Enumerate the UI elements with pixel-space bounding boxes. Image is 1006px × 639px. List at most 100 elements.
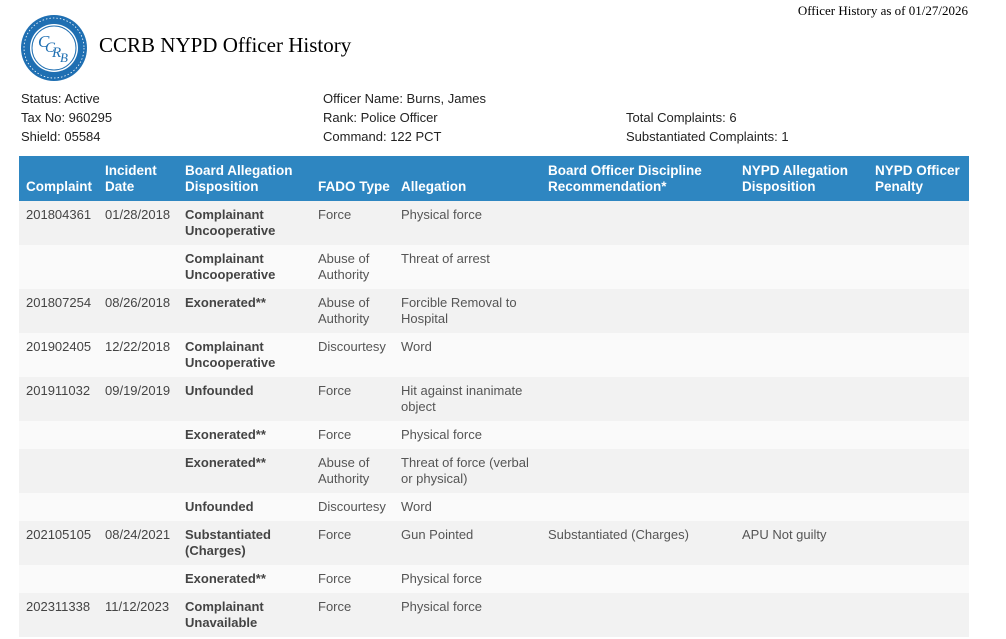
svg-text:B: B (60, 50, 68, 65)
allegation-cell: Physical force (394, 565, 541, 593)
tax-number: Tax No: 960295 (21, 110, 113, 125)
header-fado-type: FADO Type (311, 156, 394, 201)
board-recommendation-cell: Substantiated (Charges) (541, 521, 735, 565)
board-recommendation-cell (541, 493, 735, 521)
allegation-cell: Gun Pointed (394, 521, 541, 565)
nypd-penalty-cell (868, 521, 969, 565)
nypd-disposition-cell (735, 593, 868, 637)
status: Status: Active (21, 91, 100, 106)
substantiated-complaints: Substantiated Complaints: 1 (626, 129, 789, 144)
table-row: 202311338 11/12/2023 Complainant Unavailab… (19, 593, 969, 637)
nypd-penalty-cell (868, 565, 969, 593)
nypd-disposition-cell (735, 493, 868, 521)
table-row: 201807254 08/26/2018 Exonerated** Abuse of … (19, 289, 969, 333)
table-row: 201911032 09/19/2019 Unfounded Force Hit aga… (19, 377, 969, 421)
board-recommendation-cell (541, 289, 735, 333)
incident-date-cell (98, 565, 178, 593)
incident-date-cell (98, 493, 178, 521)
board-disposition-cell: Exonerated** (178, 289, 311, 333)
header-nypd-disposition: NYPD Allegation Disposition (735, 156, 868, 201)
table-row: Exonerated** Force Physical force (19, 565, 969, 593)
incident-date-cell (98, 421, 178, 449)
board-disposition-cell: Exonerated** (178, 421, 311, 449)
board-disposition-cell: Unfounded (178, 493, 311, 521)
allegation-cell: Physical force (394, 421, 541, 449)
nypd-penalty-cell (868, 377, 969, 421)
allegation-cell: Physical force (394, 201, 541, 245)
incident-date-cell (98, 449, 178, 493)
fado-type-cell: Force (311, 421, 394, 449)
allegation-cell: Threat of force (verbal or physical) (394, 449, 541, 493)
table-row: 201902405 12/22/2018 Complainant Uncoopera… (19, 333, 969, 377)
board-disposition-cell: Complainant Uncooperative (178, 201, 311, 245)
complaint-cell (19, 449, 98, 493)
table-row: 202105105 08/24/2021 Substantiated (Charge… (19, 521, 969, 565)
ccrb-seal-logo: C C R B (21, 15, 87, 81)
incident-date-cell: 11/12/2023 (98, 593, 178, 637)
nypd-disposition-cell: APU Not guilty (735, 521, 868, 565)
board-recommendation-cell (541, 565, 735, 593)
nypd-disposition-cell (735, 245, 868, 289)
header-incident-date: Incident Date (98, 156, 178, 201)
nypd-penalty-cell (868, 245, 969, 289)
incident-date-cell: 08/26/2018 (98, 289, 178, 333)
as-of-date: Officer History as of 01/27/2026 (797, 3, 968, 18)
board-disposition-cell: Complainant Uncooperative (178, 333, 311, 377)
complaint-cell: 201807254 (19, 289, 98, 333)
board-disposition-cell: Complainant Unavailable (178, 593, 311, 637)
officer-command: Command: 122 PCT (323, 129, 442, 144)
fado-type-cell: Abuse of Authority (311, 449, 394, 493)
nypd-penalty-cell (868, 201, 969, 245)
board-recommendation-cell (541, 333, 735, 377)
table-row: 201804361 01/28/2018 Complainant Uncoopera… (19, 201, 969, 245)
table-row: Unfounded Discourtesy Word (19, 493, 969, 521)
complaint-cell (19, 565, 98, 593)
complaint-cell (19, 493, 98, 521)
nypd-penalty-cell (868, 421, 969, 449)
complaint-cell: 202105105 (19, 521, 98, 565)
nypd-disposition-cell (735, 377, 868, 421)
allegation-cell: Word (394, 493, 541, 521)
fado-type-cell: Force (311, 377, 394, 421)
fado-type-cell: Force (311, 201, 394, 245)
nypd-disposition-cell (735, 449, 868, 493)
board-disposition-cell: Exonerated** (178, 565, 311, 593)
nypd-penalty-cell (868, 449, 969, 493)
board-disposition-cell: Complainant Uncooperative (178, 245, 311, 289)
fado-type-cell: Force (311, 593, 394, 637)
board-recommendation-cell (541, 201, 735, 245)
board-disposition-cell: Unfounded (178, 377, 311, 421)
incident-date-cell: 08/24/2021 (98, 521, 178, 565)
officer-rank: Rank: Police Officer (323, 110, 438, 125)
nypd-penalty-cell (868, 333, 969, 377)
page-title: CCRB NYPD Officer History (99, 33, 352, 57)
incident-date-cell: 12/22/2018 (98, 333, 178, 377)
fado-type-cell: Abuse of Authority (311, 289, 394, 333)
board-disposition-cell: Exonerated** (178, 449, 311, 493)
allegation-cell: Forcible Removal to Hospital (394, 289, 541, 333)
board-recommendation-cell (541, 449, 735, 493)
header-nypd-penalty: NYPD Officer Penalty (868, 156, 969, 201)
complaint-cell: 202311338 (19, 593, 98, 637)
complaint-cell: 201804361 (19, 201, 98, 245)
fado-type-cell: Discourtesy (311, 493, 394, 521)
table-row: Exonerated** Abuse of Authority Threat of … (19, 449, 969, 493)
officer-history-table: Complaint Incident Date Board Allegation… (19, 156, 969, 637)
allegation-cell: Word (394, 333, 541, 377)
complaint-cell: 201902405 (19, 333, 98, 377)
incident-date-cell: 09/19/2019 (98, 377, 178, 421)
complaint-cell (19, 245, 98, 289)
nypd-penalty-cell (868, 289, 969, 333)
nypd-disposition-cell (735, 333, 868, 377)
board-recommendation-cell (541, 421, 735, 449)
officer-info-middle: Officer Name: Burns, James Rank: Police … (323, 89, 486, 146)
total-complaints: Total Complaints: 6 (626, 110, 737, 125)
allegation-cell: Hit against inanimate object (394, 377, 541, 421)
board-recommendation-cell (541, 593, 735, 637)
nypd-disposition-cell (735, 421, 868, 449)
nypd-penalty-cell (868, 493, 969, 521)
fado-type-cell: Abuse of Authority (311, 245, 394, 289)
nypd-disposition-cell (735, 289, 868, 333)
board-recommendation-cell (541, 377, 735, 421)
complaint-cell: 201911032 (19, 377, 98, 421)
